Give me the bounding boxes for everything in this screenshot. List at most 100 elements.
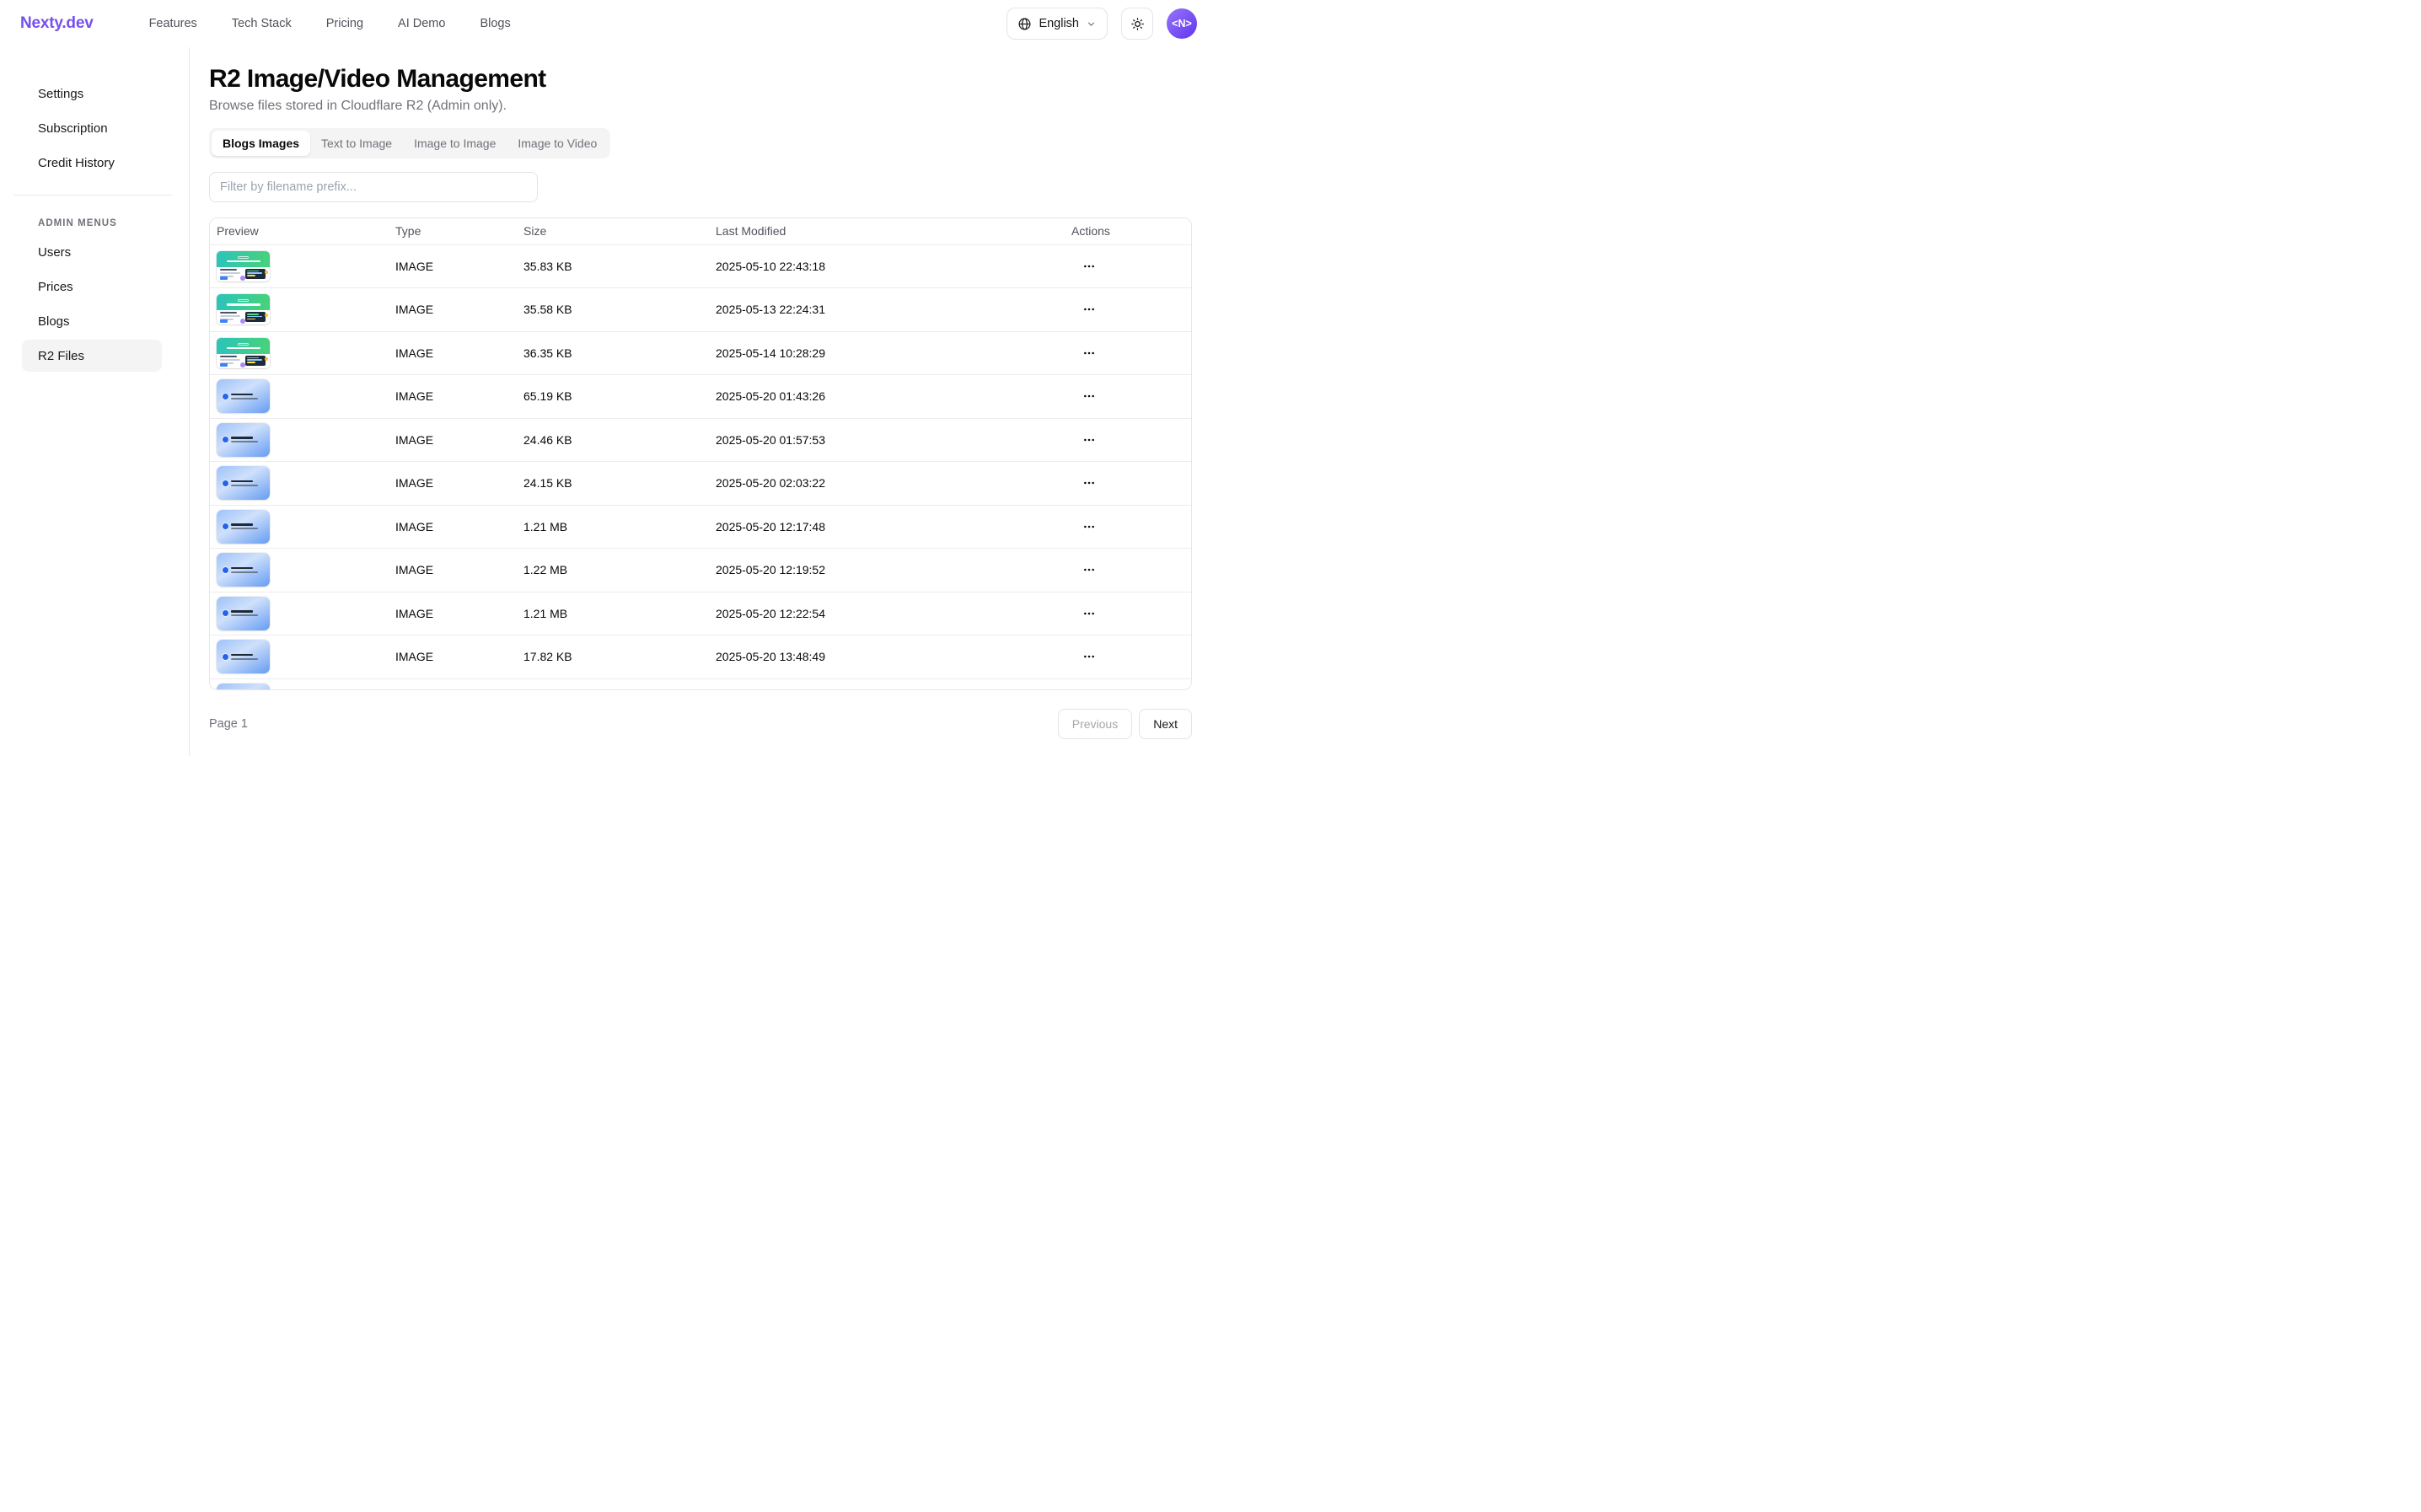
row-actions-button[interactable]: [1077, 298, 1101, 321]
table-row: IMAGE17.82 KB2025-05-20 13:48:49: [210, 635, 1191, 679]
file-last-modified: 2025-05-20 13:48:49: [709, 650, 1065, 663]
file-last-modified: 2025-05-13 22:24:31: [709, 303, 1065, 316]
column-header-type: Type: [389, 224, 517, 238]
tab-blogs-images[interactable]: Blogs Images: [212, 131, 310, 156]
tab-image-to-video[interactable]: Image to Video: [507, 131, 608, 156]
column-header-actions: Actions: [1065, 224, 1191, 238]
file-thumbnail: [217, 294, 270, 324]
table-body: IMAGE35.83 KB2025-05-10 22:43:18IMAGE35.…: [210, 245, 1191, 691]
nav-link-features[interactable]: Features: [149, 17, 197, 30]
page-indicator: Page 1: [209, 717, 248, 731]
row-actions-button[interactable]: [1077, 428, 1101, 452]
sidebar-item-settings[interactable]: Settings: [22, 78, 162, 110]
page-title: R2 Image/Video Management: [209, 64, 1192, 94]
more-horizontal-icon: [1082, 476, 1096, 490]
file-size: 35.83 KB: [517, 260, 709, 273]
nav-link-ai-demo[interactable]: AI Demo: [398, 17, 445, 30]
table-row: [210, 679, 1191, 691]
filename-filter-input[interactable]: [209, 172, 538, 202]
user-avatar[interactable]: <N>: [1167, 8, 1197, 39]
file-thumbnail: [217, 640, 270, 673]
file-thumbnail: [217, 466, 270, 500]
row-actions-button[interactable]: [1077, 471, 1101, 495]
sidebar: SettingsSubscriptionCredit History ADMIN…: [0, 47, 190, 756]
table-header-row: PreviewTypeSizeLast ModifiedActions: [210, 218, 1191, 245]
table-row: IMAGE35.58 KB2025-05-13 22:24:31: [210, 288, 1191, 332]
file-thumbnail: [217, 684, 270, 690]
row-actions-button[interactable]: [1077, 558, 1101, 582]
row-actions-button[interactable]: [1077, 341, 1101, 365]
file-size: 65.19 KB: [517, 389, 709, 403]
table-row: IMAGE1.22 MB2025-05-20 12:19:52: [210, 549, 1191, 592]
tab-image-to-image[interactable]: Image to Image: [403, 131, 507, 156]
file-thumbnail: [217, 379, 270, 413]
header-controls: English <N>: [1007, 8, 1197, 40]
sidebar-divider: [13, 195, 172, 196]
file-thumbnail: [217, 251, 270, 281]
tab-text-to-image[interactable]: Text to Image: [310, 131, 403, 156]
table-row: IMAGE24.46 KB2025-05-20 01:57:53: [210, 419, 1191, 463]
file-thumbnail: [217, 510, 270, 544]
file-last-modified: 2025-05-20 12:19:52: [709, 563, 1065, 576]
table-row: IMAGE1.21 MB2025-05-20 12:22:54: [210, 592, 1191, 636]
row-actions-button[interactable]: [1077, 515, 1101, 539]
row-actions-button[interactable]: [1077, 384, 1101, 408]
more-horizontal-icon: [1082, 303, 1096, 316]
nav-link-blogs[interactable]: Blogs: [480, 17, 510, 30]
more-horizontal-icon: [1082, 389, 1096, 403]
file-type: IMAGE: [389, 563, 517, 576]
header-nav: Features Tech Stack Pricing AI Demo Blogs: [149, 17, 511, 30]
theme-toggle-button[interactable]: [1121, 8, 1153, 40]
row-actions-button[interactable]: [1077, 255, 1101, 278]
nav-link-pricing[interactable]: Pricing: [326, 17, 363, 30]
language-selector-label: English: [1039, 17, 1079, 30]
file-last-modified: 2025-05-10 22:43:18: [709, 260, 1065, 273]
top-header: Nexty.dev Features Tech Stack Pricing AI De…: [0, 0, 1210, 47]
sidebar-item-prices[interactable]: Prices: [22, 271, 162, 303]
file-type: IMAGE: [389, 520, 517, 533]
file-last-modified: 2025-05-20 01:43:26: [709, 389, 1065, 403]
logo[interactable]: Nexty.dev: [20, 14, 94, 33]
sidebar-item-credit-history[interactable]: Credit History: [22, 147, 162, 179]
file-size: 1.21 MB: [517, 520, 709, 533]
file-type: IMAGE: [389, 476, 517, 490]
sidebar-item-blogs[interactable]: Blogs: [22, 305, 162, 337]
admin-menus-label: ADMIN MENUS: [38, 218, 162, 228]
previous-page-button[interactable]: Previous: [1058, 709, 1132, 739]
file-last-modified: 2025-05-20 12:22:54: [709, 607, 1065, 620]
pagination-buttons: Previous Next: [1058, 709, 1192, 739]
table-row: IMAGE1.21 MB2025-05-20 12:17:48: [210, 506, 1191, 550]
row-actions-button[interactable]: [1077, 602, 1101, 625]
language-selector-button[interactable]: English: [1007, 8, 1108, 40]
page-subtitle: Browse files stored in Cloudflare R2 (Ad…: [209, 97, 1192, 115]
files-table: PreviewTypeSizeLast ModifiedActions IMAG…: [209, 217, 1192, 690]
table-row: IMAGE36.35 KB2025-05-14 10:28:29: [210, 332, 1191, 376]
pagination: Page 1 Previous Next: [209, 709, 1192, 739]
column-header-last-modified: Last Modified: [709, 224, 1065, 238]
row-actions-button[interactable]: [1077, 645, 1101, 668]
column-header-preview: Preview: [210, 224, 389, 238]
file-last-modified: 2025-05-20 12:17:48: [709, 520, 1065, 533]
file-type: IMAGE: [389, 433, 517, 447]
file-size: 24.15 KB: [517, 476, 709, 490]
more-horizontal-icon: [1082, 433, 1096, 447]
file-size: 35.58 KB: [517, 303, 709, 316]
file-size: 1.22 MB: [517, 563, 709, 576]
more-horizontal-icon: [1082, 346, 1096, 360]
more-horizontal-icon: [1082, 650, 1096, 663]
file-type: IMAGE: [389, 346, 517, 360]
sidebar-item-subscription[interactable]: Subscription: [22, 112, 162, 144]
sidebar-item-r2-files[interactable]: R2 Files: [22, 340, 162, 372]
nav-link-tech-stack[interactable]: Tech Stack: [232, 17, 292, 30]
file-last-modified: 2025-05-20 01:57:53: [709, 433, 1065, 447]
more-horizontal-icon: [1082, 260, 1096, 273]
next-page-button[interactable]: Next: [1139, 709, 1192, 739]
sidebar-item-users[interactable]: Users: [22, 236, 162, 268]
file-size: 1.21 MB: [517, 607, 709, 620]
table-row: IMAGE35.83 KB2025-05-10 22:43:18: [210, 245, 1191, 289]
column-header-size: Size: [517, 224, 709, 238]
globe-icon: [1017, 17, 1032, 31]
file-type: IMAGE: [389, 389, 517, 403]
app-shell: SettingsSubscriptionCredit History ADMIN…: [0, 47, 1210, 756]
file-last-modified: 2025-05-20 02:03:22: [709, 476, 1065, 490]
